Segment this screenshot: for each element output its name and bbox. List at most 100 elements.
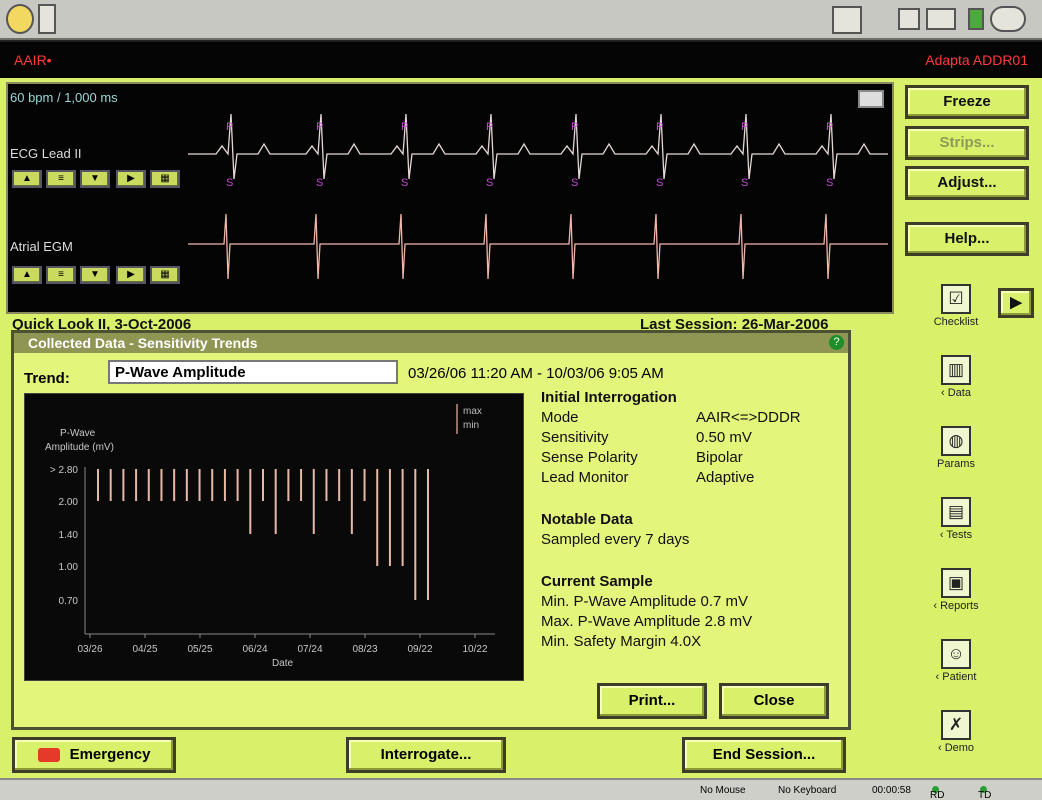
td-status: TD bbox=[978, 785, 991, 800]
strips-button[interactable]: Strips... bbox=[905, 126, 1029, 160]
x-tick-label: 10/22 bbox=[462, 644, 487, 655]
close-button[interactable]: Close bbox=[719, 683, 829, 719]
legend-entry: max bbox=[463, 406, 482, 417]
y-tick-label: 1.40 bbox=[59, 530, 79, 541]
status-bar: No Mouse No Keyboard 00:00:58 RD TD bbox=[0, 778, 1042, 800]
freeze-button[interactable]: Freeze bbox=[905, 85, 1029, 119]
battery-icon bbox=[968, 8, 984, 30]
ecg-traces: P S P S P S P S P S P S P S P S bbox=[188, 113, 888, 280]
tool-label: ‹ Patient bbox=[935, 671, 977, 683]
keyboard-status: No Keyboard bbox=[778, 785, 837, 796]
tool-label: ‹ Demo bbox=[937, 742, 975, 754]
sense-marker: S bbox=[401, 177, 408, 189]
y-tick-label: 2.00 bbox=[59, 497, 79, 508]
interrogate-button[interactable]: Interrogate... bbox=[346, 737, 506, 773]
sensitivity-trends-dialog: Collected Data - Sensitivity Trends ? Tr… bbox=[11, 330, 851, 730]
date-range: 03/26/06 11:20 AM - 10/03/06 9:05 AM bbox=[408, 365, 664, 382]
notable-data-heading: Notable Data bbox=[541, 511, 633, 528]
list-icon[interactable] bbox=[38, 4, 56, 34]
current-sample-heading: Current Sample bbox=[541, 573, 653, 590]
patient-icon: ☺ bbox=[941, 639, 971, 669]
sense-marker: S bbox=[656, 177, 663, 189]
tool-label: Params bbox=[937, 458, 975, 470]
pace-marker: P bbox=[826, 121, 833, 133]
mouse-status: No Mouse bbox=[700, 785, 746, 796]
trend-label: Trend: bbox=[24, 370, 70, 387]
rd-status: RD bbox=[930, 785, 944, 800]
adjust-button[interactable]: Adjust... bbox=[905, 166, 1029, 200]
ecg-lead-1-trace bbox=[188, 113, 888, 180]
reports-icon: ▣ bbox=[941, 568, 971, 598]
trend-chart: P-Wave Amplitude (mV) max min > 2.80 2.00 1.40… bbox=[24, 393, 524, 681]
checklist-icon: ☑ bbox=[941, 284, 971, 314]
info-row-sensitivity: Sensitivity 0.50 mV bbox=[541, 429, 752, 446]
y-tick-label: > 2.80 bbox=[50, 465, 79, 476]
telemetry-icon bbox=[990, 6, 1026, 32]
current-sample-line: Max. P-Wave Amplitude 2.8 mV bbox=[541, 613, 753, 630]
pace-marker: P bbox=[741, 121, 748, 133]
pace-marker: P bbox=[316, 121, 323, 133]
x-tick-label: 04/25 bbox=[132, 644, 157, 655]
notable-data-line: Sampled every 7 days bbox=[541, 531, 690, 548]
dialog-title: Collected Data - Sensitivity Trends bbox=[14, 333, 848, 353]
session-time: 00:00:58 bbox=[872, 785, 911, 796]
tool-patient[interactable]: ☺ ‹ Patient bbox=[925, 639, 987, 683]
current-sample-line: Min. Safety Margin 4.0X bbox=[541, 633, 702, 650]
ecg-panel: 60 bpm / 1,000 ms ECG Lead II Atrial EGM… bbox=[6, 82, 894, 314]
programmer-icon[interactable] bbox=[6, 4, 34, 34]
trend-chart-svg: P-Wave Amplitude (mV) max min > 2.80 2.00 1.40… bbox=[45, 404, 495, 669]
x-tick-label: 05/25 bbox=[187, 644, 212, 655]
params-icon: ◍ bbox=[941, 426, 971, 456]
trend-select[interactable]: P-Wave Amplitude bbox=[108, 360, 398, 384]
sense-marker: S bbox=[741, 177, 748, 189]
pace-marker: P bbox=[486, 121, 493, 133]
keyboard-icon[interactable] bbox=[926, 8, 956, 30]
device-titlebar: AAIR• Adapta ADDR01 bbox=[0, 40, 1042, 78]
next-arrow-button[interactable]: ▶ bbox=[998, 288, 1034, 318]
end-session-button[interactable]: End Session... bbox=[682, 737, 846, 773]
tool-tests[interactable]: ▤ ‹ Tests bbox=[925, 497, 987, 541]
window-icon[interactable] bbox=[898, 8, 920, 30]
pace-marker: P bbox=[656, 121, 663, 133]
pace-marker: P bbox=[401, 121, 408, 133]
emergency-label: Emergency bbox=[69, 746, 151, 763]
current-sample-line: Min. P-Wave Amplitude 0.7 mV bbox=[541, 593, 749, 610]
sense-marker: S bbox=[486, 177, 493, 189]
tool-label: ‹ Tests bbox=[939, 529, 973, 541]
tool-params[interactable]: ◍ Params bbox=[925, 426, 987, 470]
pace-marker: P bbox=[571, 121, 578, 133]
tool-label: Checklist bbox=[933, 316, 979, 328]
y-axis-label: P-Wave bbox=[60, 428, 96, 439]
x-tick-label: 03/26 bbox=[77, 644, 102, 655]
printer-icon[interactable] bbox=[832, 6, 862, 34]
y-tick-label: 1.00 bbox=[59, 562, 79, 573]
tool-reports[interactable]: ▣ ‹ Reports bbox=[925, 568, 987, 612]
sense-marker: S bbox=[316, 177, 323, 189]
data-icon: ▥ bbox=[941, 355, 971, 385]
mode-indicator: AAIR• bbox=[14, 52, 52, 68]
atrial-egm-trace bbox=[188, 213, 888, 280]
initial-interrogation-heading: Initial Interrogation bbox=[541, 389, 677, 406]
info-panel: Initial Interrogation Mode AAIR<=>DDDR S… bbox=[541, 388, 841, 652]
y-tick-label: 0.70 bbox=[59, 596, 79, 607]
info-row-mode: Mode AAIR<=>DDDR bbox=[541, 409, 801, 426]
tests-icon: ▤ bbox=[941, 497, 971, 527]
sense-marker: S bbox=[826, 177, 833, 189]
x-axis-label: Date bbox=[272, 658, 294, 669]
tool-checklist[interactable]: ☑ Checklist bbox=[925, 284, 987, 328]
tool-label: ‹ Data bbox=[941, 387, 971, 399]
info-row-lead-monitor: Lead Monitor Adaptive bbox=[541, 469, 755, 486]
tool-data[interactable]: ▥ ‹ Data bbox=[925, 355, 987, 399]
dialog-help-icon[interactable]: ? bbox=[829, 335, 844, 350]
system-toolbar bbox=[0, 0, 1042, 40]
legend-entry: min bbox=[463, 420, 479, 431]
info-row-polarity: Sense Polarity Bipolar bbox=[541, 449, 743, 466]
print-button[interactable]: Print... bbox=[597, 683, 707, 719]
emergency-button[interactable]: Emergency bbox=[12, 737, 176, 773]
device-model: Adapta ADDR01 bbox=[925, 52, 1028, 68]
tool-demo[interactable]: ✗ ‹ Demo bbox=[925, 710, 987, 754]
sense-marker: S bbox=[226, 177, 233, 189]
help-button[interactable]: Help... bbox=[905, 222, 1029, 256]
x-tick-label: 07/24 bbox=[297, 644, 322, 655]
y-axis-label: Amplitude (mV) bbox=[45, 442, 114, 453]
